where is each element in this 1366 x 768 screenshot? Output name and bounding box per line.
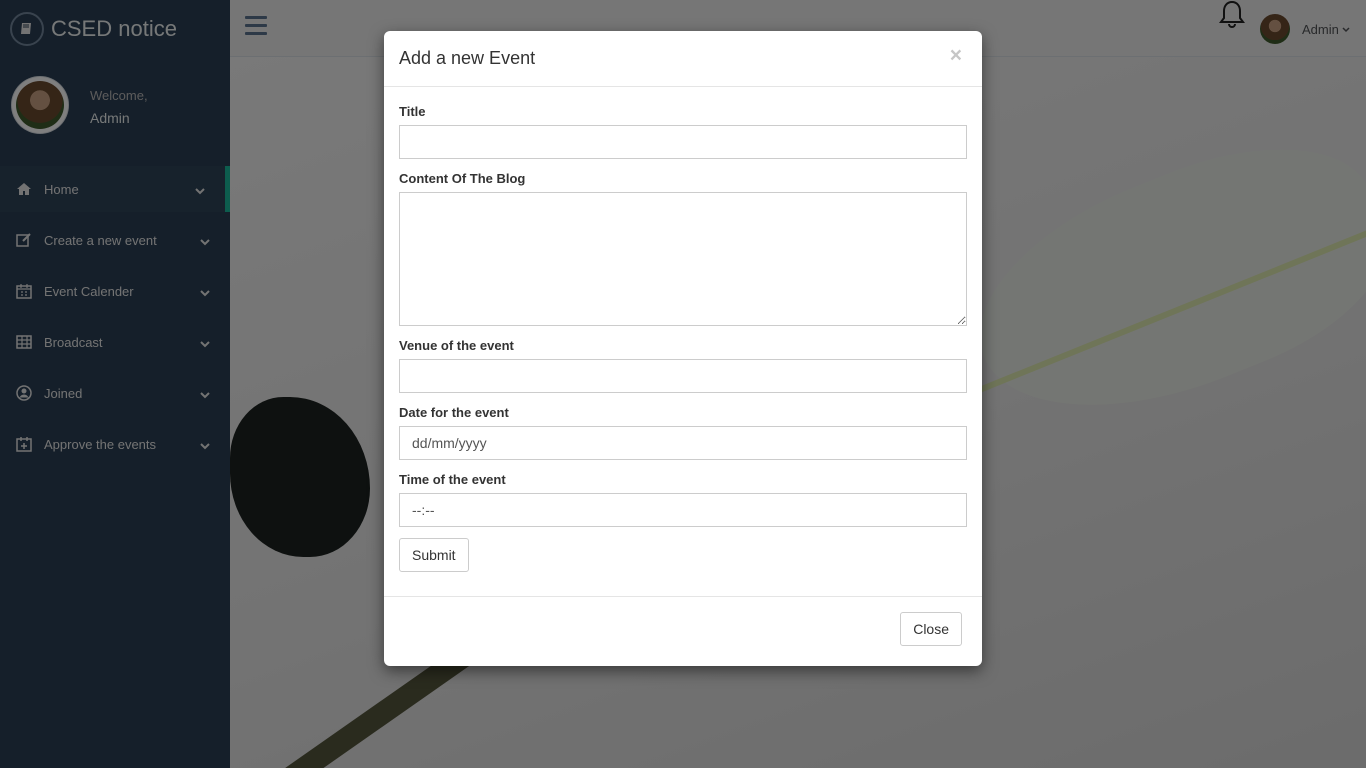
content-textarea[interactable] (399, 192, 967, 326)
close-icon[interactable]: × (950, 45, 962, 66)
add-event-modal: Add a new Event × Title Content Of The B… (384, 31, 982, 666)
title-input[interactable] (399, 125, 967, 159)
venue-input[interactable] (399, 359, 967, 393)
title-label: Title (399, 104, 426, 119)
time-label: Time of the event (399, 472, 506, 487)
modal-body: Title Content Of The Blog Venue of the e… (384, 87, 982, 587)
modal-header: Add a new Event × (384, 31, 982, 87)
submit-button[interactable]: Submit (399, 538, 469, 572)
date-input[interactable] (399, 426, 967, 460)
venue-label: Venue of the event (399, 338, 514, 353)
time-input[interactable] (399, 493, 967, 527)
content-label: Content Of The Blog (399, 171, 526, 186)
modal-footer: Close (384, 596, 982, 666)
close-button[interactable]: Close (900, 612, 962, 646)
modal-title: Add a new Event (399, 48, 536, 68)
date-label: Date for the event (399, 405, 509, 420)
